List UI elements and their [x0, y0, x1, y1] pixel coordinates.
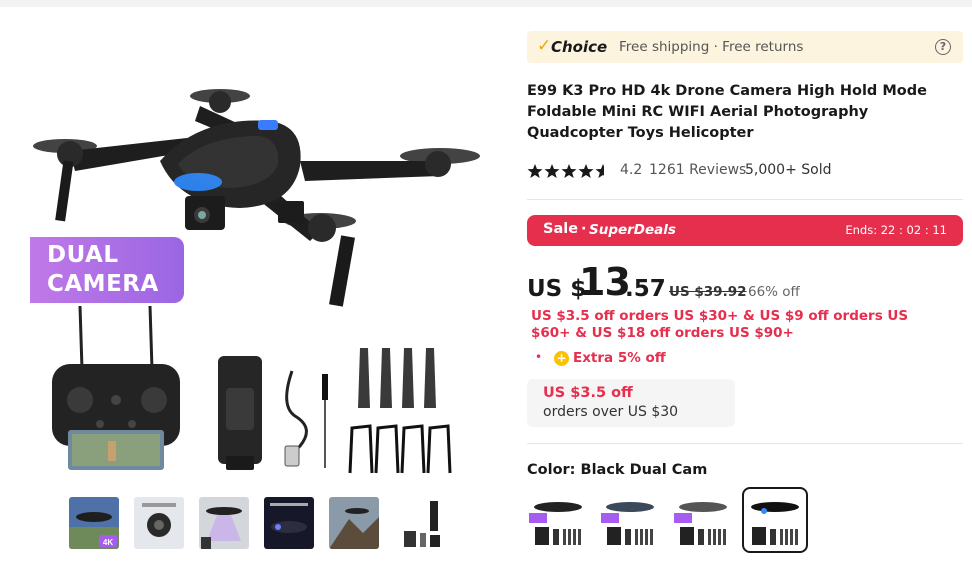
thumbnail-5[interactable] [329, 497, 379, 549]
price-decimal: .57 [625, 276, 666, 302]
rating-value: 4.2 [620, 162, 643, 178]
thumbnail-3[interactable] [199, 497, 249, 549]
price-row: US $ 13 .57 US $39.92 66% off [527, 260, 963, 306]
sale-countdown: Ends: 22 : 02 : 11 [845, 223, 947, 237]
sale-separator: · [581, 221, 587, 237]
sold-count: 5,000+ Sold [745, 162, 832, 178]
thumbnail-4k-label: 4K [103, 538, 113, 547]
plus-coin-icon: + [554, 351, 569, 366]
sale-banner: Sale · SuperDeals Ends: 22 : 02 : 11 [527, 215, 963, 246]
choice-brand: Choice [551, 38, 608, 56]
divider [527, 199, 963, 200]
color-option-3[interactable] [672, 489, 734, 551]
thumbnail-2[interactable] [134, 497, 184, 549]
color-option-1[interactable] [527, 489, 589, 551]
main-product-image[interactable]: DUAL CAMERA [30, 36, 480, 486]
product-title: E99 K3 Pro HD 4k Drone Camera High Hold … [527, 83, 927, 141]
thumbnail-6[interactable] [394, 497, 444, 549]
star-rating-icon [527, 164, 604, 178]
superdeals-label: SuperDeals [589, 222, 676, 238]
discount-percent: 66% off [748, 284, 800, 300]
bullet: • [535, 350, 543, 364]
color-label: Color: Black Dual Cam [527, 462, 708, 478]
divider [527, 443, 963, 444]
price-integer: 13 [579, 260, 631, 304]
question-circle-icon[interactable]: ? [935, 39, 951, 55]
choice-banner[interactable]: ✓ Choice Free shipping · Free returns ? [527, 31, 963, 63]
extra-discount-label: Extra 5% off [573, 350, 666, 366]
checkmark-icon: ✓ [537, 36, 552, 56]
color-option-2[interactable] [599, 489, 661, 551]
coupon-card[interactable]: US $3.5 off orders over US $30 [527, 379, 735, 427]
color-option-black-dual-cam[interactable] [742, 487, 808, 553]
badge-line-2: CAMERA [47, 271, 159, 297]
top-bar [0, 0, 972, 7]
dual-camera-badge: DUAL CAMERA [30, 237, 184, 303]
original-price: US $39.92 [669, 284, 747, 300]
rating-row: 4.2 1261 Reviews 5,000+ Sold [527, 161, 963, 181]
price-currency: US $ [527, 276, 587, 302]
badge-line-1: DUAL [47, 242, 119, 268]
thumbnail-1[interactable]: 4K [69, 497, 119, 549]
tiered-coupon-text[interactable]: US $3.5 off orders US $30+ & US $9 off o… [531, 308, 951, 342]
reviews-link[interactable]: 1261 Reviews [649, 162, 746, 178]
coupon-amount: US $3.5 off [543, 385, 633, 401]
thumbnail-4[interactable] [264, 497, 314, 549]
sale-label: Sale [543, 221, 579, 237]
coupon-condition: orders over US $30 [543, 404, 679, 420]
shipping-text: Free shipping · Free returns [619, 39, 804, 55]
